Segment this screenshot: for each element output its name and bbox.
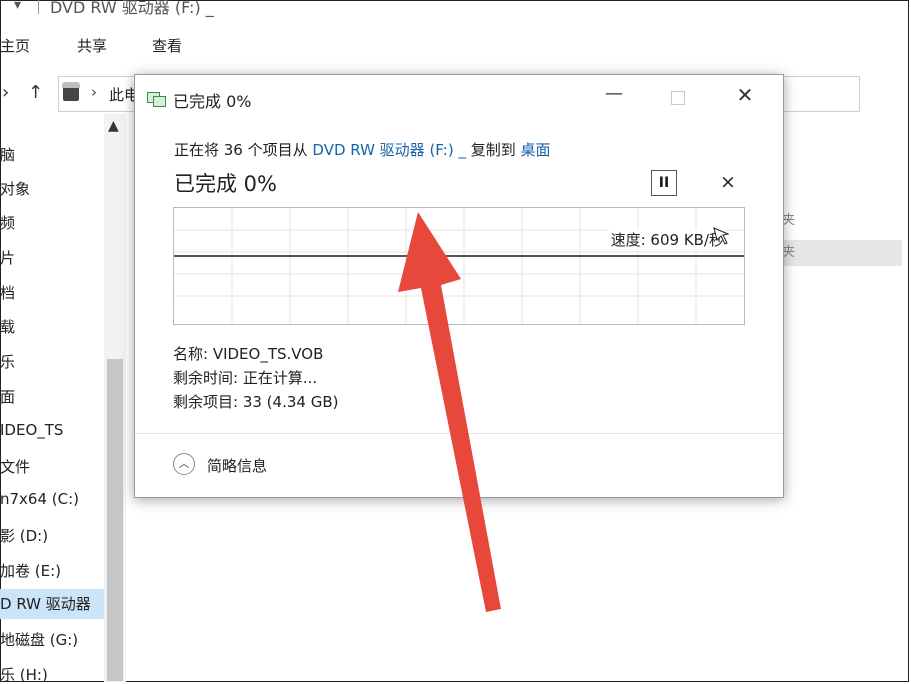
mouse-cursor-icon xyxy=(713,227,730,245)
annotation-arrow xyxy=(398,212,730,612)
red-arrow-shape xyxy=(398,212,501,612)
